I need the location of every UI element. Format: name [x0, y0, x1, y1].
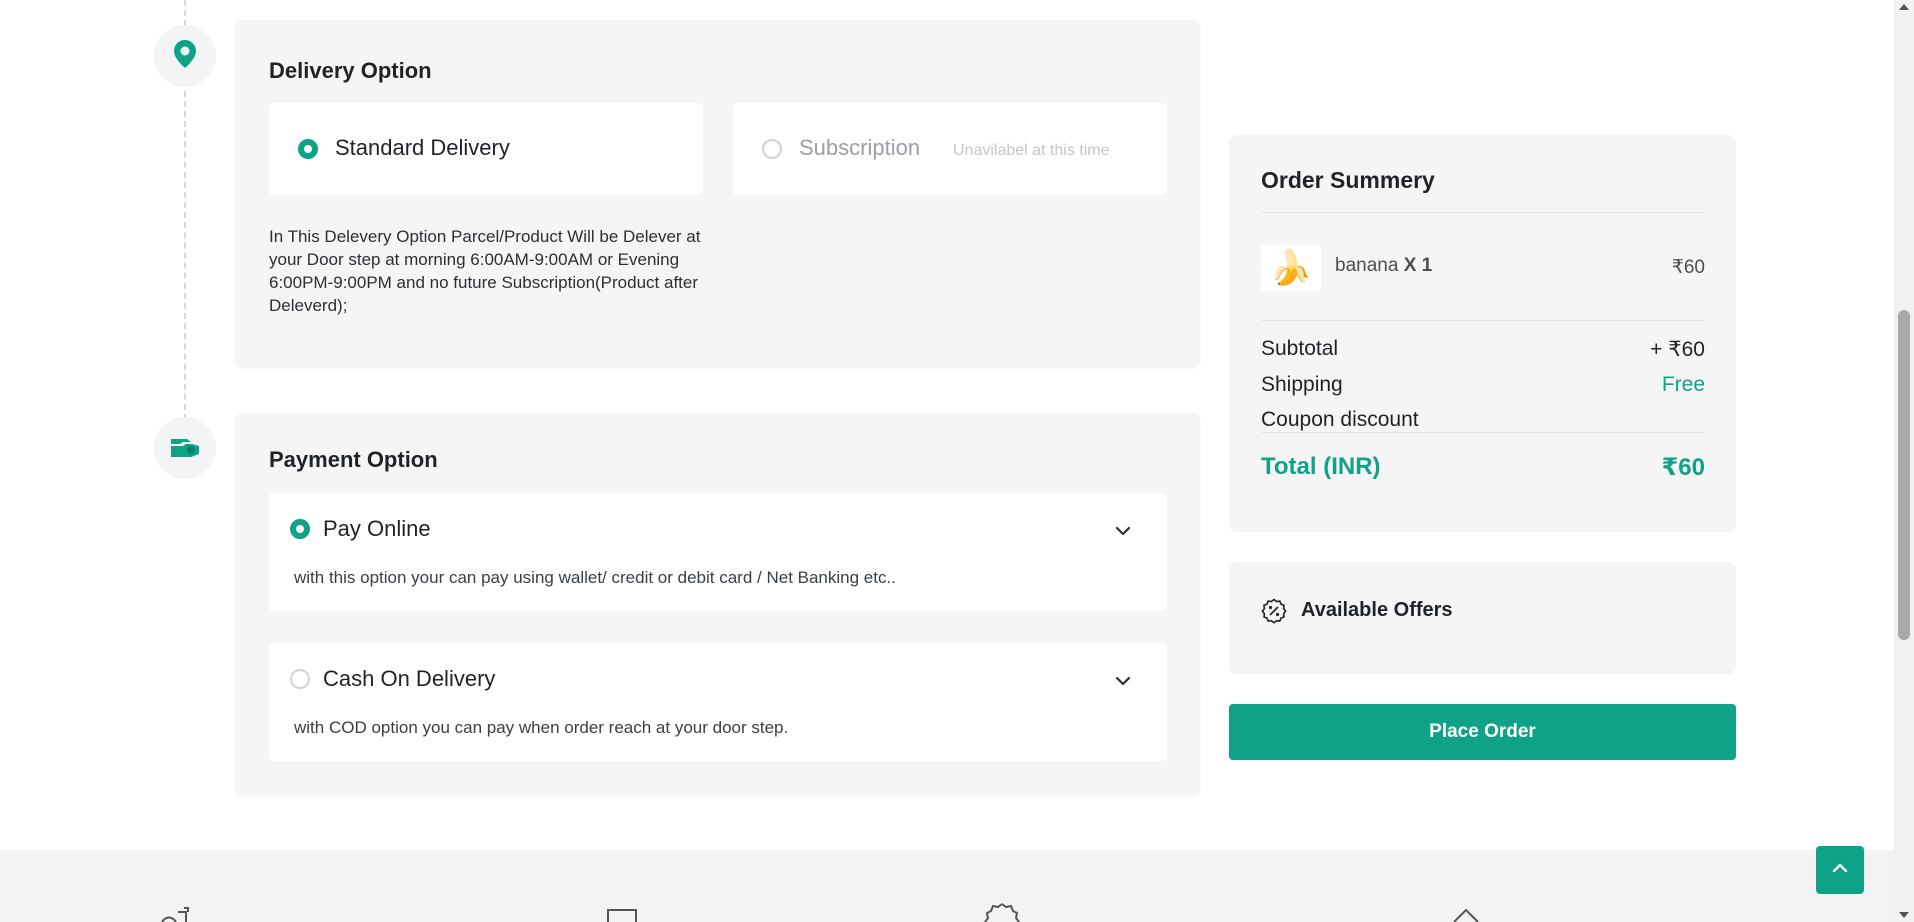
- scroll-up-arrow-icon[interactable]: [1899, 4, 1909, 10]
- delivery-description: In This Delevery Option Parcel/Product W…: [269, 227, 701, 315]
- shipping-label: Shipping: [1261, 373, 1343, 396]
- subscription-option: Subscription Unavilabel at this time: [733, 103, 1167, 195]
- cash-on-delivery-option[interactable]: Cash On Delivery with COD option you can…: [269, 643, 1167, 761]
- pay-online-radio[interactable]: [290, 519, 310, 539]
- delivery-option-card: Delivery Option Standard Delivery Subscr…: [235, 20, 1200, 368]
- total-label: Total (INR): [1261, 453, 1381, 480]
- footer-band: [0, 850, 1894, 922]
- discount-badge-icon: [1261, 598, 1287, 624]
- product-quantity: X 1: [1403, 255, 1433, 276]
- payment-option-title: Payment Option: [269, 447, 438, 472]
- coupon-label: Coupon discount: [1261, 408, 1419, 431]
- location-step: [154, 25, 216, 87]
- delivery-option-title: Delivery Option: [269, 58, 432, 83]
- grocery-icon: [158, 902, 198, 922]
- scrollbar-thumb[interactable]: [1898, 310, 1910, 640]
- total-row: Total (INR) ₹60: [1261, 453, 1705, 482]
- divider: [1261, 212, 1705, 213]
- product-thumbnail: 🍌: [1261, 245, 1321, 291]
- home-icon: [1446, 902, 1486, 922]
- place-order-button[interactable]: Place Order: [1229, 704, 1736, 760]
- divider: [1261, 320, 1705, 321]
- scroll-down-arrow-icon[interactable]: [1899, 912, 1909, 918]
- checkout-page: Delivery Option Standard Delivery Subscr…: [0, 0, 1894, 922]
- total-value: ₹60: [1661, 454, 1705, 481]
- available-offers-label: Available Offers: [1301, 599, 1453, 621]
- money-icon: [169, 434, 201, 463]
- vertical-scrollbar[interactable]: [1894, 0, 1914, 922]
- standard-delivery-label: Standard Delivery: [335, 135, 510, 160]
- subtotal-label: Subtotal: [1261, 337, 1339, 360]
- order-summary-title: Order Summery: [1261, 167, 1435, 193]
- cash-on-delivery-description: with COD option you can pay when order r…: [294, 718, 789, 737]
- pay-online-option[interactable]: Pay Online with this option your can pay…: [269, 493, 1167, 611]
- chevron-up-icon: [1829, 857, 1851, 884]
- standard-delivery-option[interactable]: Standard Delivery: [269, 103, 703, 195]
- payment-step: [154, 417, 216, 479]
- shipping-row: Shipping Free: [1261, 373, 1705, 397]
- shipping-value: Free: [1661, 373, 1705, 396]
- subtotal-value: + ₹60: [1650, 338, 1705, 361]
- cash-on-delivery-label: Cash On Delivery: [323, 666, 496, 691]
- scroll-to-top-button[interactable]: [1816, 846, 1864, 894]
- subscription-label: Subscription: [799, 135, 921, 160]
- pay-online-description: with this option your can pay using wall…: [294, 568, 896, 587]
- quality-badge-icon: [982, 902, 1022, 922]
- delivery-box-icon: [604, 902, 644, 922]
- standard-delivery-radio[interactable]: [298, 139, 318, 159]
- chevron-down-icon[interactable]: [1113, 671, 1133, 691]
- cash-on-delivery-radio[interactable]: [290, 669, 310, 689]
- subtotal-row: Subtotal + ₹60: [1261, 337, 1705, 362]
- coupon-row: Coupon discount: [1261, 408, 1705, 432]
- divider: [1261, 432, 1705, 433]
- chevron-down-icon[interactable]: [1113, 521, 1133, 541]
- product-name: banana X 1: [1335, 255, 1433, 276]
- payment-option-card: Payment Option Pay Online with this opti…: [235, 413, 1200, 795]
- available-offers-card[interactable]: Available Offers: [1229, 562, 1736, 674]
- product-price: ₹60: [1671, 257, 1705, 278]
- subscription-unavailable-note: Unavilabel at this time: [953, 142, 1110, 159]
- pay-online-label: Pay Online: [323, 516, 431, 541]
- order-summary-card: Order Summery 🍌 banana X 1 ₹60 Subtotal …: [1229, 135, 1736, 532]
- location-pin-icon: [172, 39, 198, 74]
- subscription-radio: [762, 139, 782, 159]
